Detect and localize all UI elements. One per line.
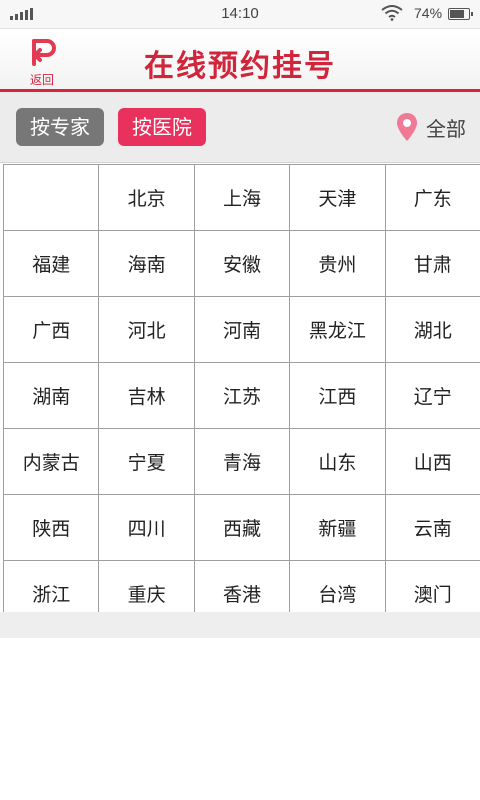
region-cell[interactable]: 山东	[289, 428, 386, 495]
region-label: 全部	[426, 116, 466, 141]
region-cell[interactable]: 吉林	[98, 362, 195, 429]
title-bar: 返回 在线预约挂号	[0, 29, 480, 92]
region-cell[interactable]: 西藏	[193, 494, 291, 561]
wifi-icon	[381, 5, 403, 21]
battery-percent: 74%	[414, 5, 443, 21]
region-cell[interactable]: 北京	[98, 164, 195, 231]
region-cell[interactable]: 宁夏	[98, 428, 195, 495]
location-pin-icon	[397, 113, 417, 141]
region-cell[interactable]: 贵州	[289, 230, 386, 297]
region-cell[interactable]: 广西	[2, 296, 100, 363]
grid-row: 北京 上海 天津 广东	[2, 164, 480, 231]
region-cell[interactable]: 湖南	[2, 362, 100, 429]
region-cell[interactable]: 河北	[98, 296, 195, 363]
grid-row: 广西 河北 河南 黑龙江 湖北	[2, 296, 480, 363]
region-cell[interactable]: 天津	[289, 164, 386, 231]
grid-cell-empty	[2, 164, 100, 231]
region-cell[interactable]: 海南	[98, 230, 195, 297]
region-cell[interactable]: 河南	[193, 296, 291, 363]
page-title: 在线预约挂号	[144, 49, 336, 84]
region-cell[interactable]: 山西	[384, 428, 480, 495]
region-cell[interactable]: 新疆	[289, 494, 386, 561]
region-cell[interactable]: 辽宁	[384, 362, 480, 429]
region-cell[interactable]: 广东	[384, 164, 480, 231]
region-cell[interactable]: 四川	[98, 494, 195, 561]
region-cell[interactable]: 福建	[2, 230, 100, 297]
status-bar: 14:10 74%	[0, 0, 480, 29]
grid-row: 内蒙古 宁夏 青海 山东 山西	[2, 428, 480, 495]
region-cell[interactable]: 云南	[384, 494, 480, 561]
filter-bar: 按专家 按医院 全部	[0, 92, 480, 163]
region-cell[interactable]: 湖北	[384, 296, 480, 363]
region-cell[interactable]: 黑龙江	[289, 296, 386, 363]
region-cell[interactable]: 甘肃	[384, 230, 480, 297]
region-cell[interactable]: 江苏	[193, 362, 291, 429]
by-expert-button[interactable]: 按专家	[16, 108, 104, 146]
battery-icon	[448, 8, 473, 20]
status-time: 14:10	[221, 5, 259, 22]
region-grid: 北京 上海 天津 广东 福建 海南 安徽 贵州 甘肃 广西 河北 河南 黑龙江 湖北 湖南 吉林 江苏 江西 辽宁内…	[2, 164, 480, 627]
grid-row: 陕西 四川 西藏 新疆 云南	[2, 494, 480, 561]
by-hospital-button[interactable]: 按医院	[118, 108, 206, 146]
region-cell[interactable]: 陕西	[2, 494, 100, 561]
region-selector[interactable]: 全部	[396, 110, 466, 144]
region-cell[interactable]: 内蒙古	[2, 428, 100, 495]
region-cell[interactable]: 江西	[289, 362, 386, 429]
region-cell[interactable]: 青海	[193, 428, 291, 495]
bottom-divider	[0, 612, 480, 638]
grid-row: 湖南 吉林 江苏 江西 辽宁	[2, 362, 480, 429]
region-cell[interactable]: 上海	[193, 164, 291, 231]
grid-row: 福建 海南 安徽 贵州 甘肃	[2, 230, 480, 297]
region-cell[interactable]: 安徽	[193, 230, 291, 297]
